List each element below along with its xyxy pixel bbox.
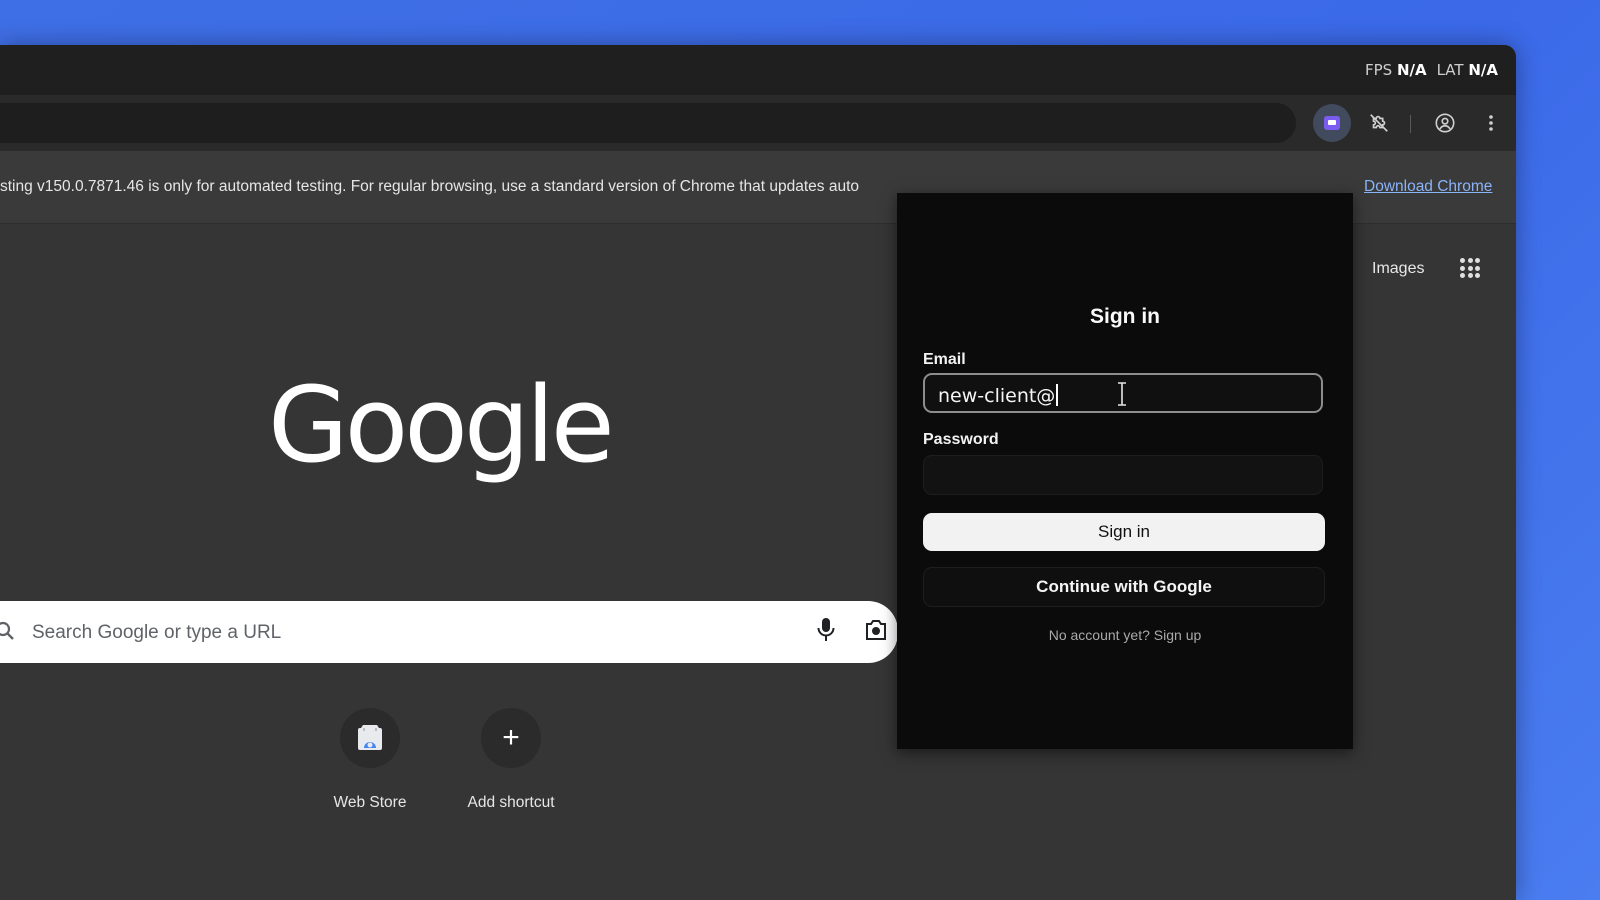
signin-popup: Sign in Email new-client@ Password Sign … (897, 193, 1353, 749)
infobar-message: sting v150.0.7871.46 is only for automat… (0, 178, 860, 195)
fps-label: FPS (1364, 61, 1393, 79)
fps-indicator: FPS N/A (1365, 61, 1427, 79)
browser-window: FPS N/A LAT N/A sting v150.0.7871.46 is … (0, 45, 1516, 900)
continue-with-google-button[interactable]: Continue with Google (923, 567, 1325, 607)
plus-icon: + (502, 721, 520, 754)
address-bar[interactable] (0, 103, 1296, 143)
apps-grid-icon[interactable] (1460, 258, 1480, 278)
lat-label: LAT (1436, 61, 1464, 79)
puzzle-off-icon (1370, 114, 1388, 132)
email-field[interactable]: new-client@ (923, 373, 1323, 413)
profile-button[interactable] (1426, 104, 1464, 142)
email-value: new-client@ (938, 385, 1056, 407)
signin-button[interactable]: Sign in (923, 513, 1325, 551)
password-field[interactable] (923, 455, 1323, 495)
shortcut-web-store[interactable]: Web Store (310, 708, 430, 812)
search-placeholder: Search Google or type a URL (32, 622, 282, 643)
extension-button[interactable] (1313, 104, 1351, 142)
shortcut-add[interactable]: + Add shortcut (451, 708, 571, 812)
images-link[interactable]: Images (1372, 260, 1424, 278)
signin-title: Sign in (1090, 305, 1160, 328)
google-logo: Google (268, 364, 615, 486)
search-icon (0, 621, 14, 640)
profile-icon (1435, 113, 1455, 133)
shortcut-label: Web Store (333, 794, 407, 811)
email-value-wrap: new-client@ (938, 384, 1059, 407)
search-box[interactable]: Search Google or type a URL (0, 601, 898, 663)
email-label: Email (923, 351, 966, 368)
webstore-icon (358, 725, 382, 750)
lat-value: N/A (1468, 61, 1498, 79)
password-label: Password (923, 431, 999, 448)
extensions-menu-button[interactable] (1360, 104, 1398, 142)
shortcut-tile (340, 708, 400, 768)
more-menu-button[interactable] (1472, 104, 1510, 142)
extension-icon (1324, 116, 1340, 130)
shortcut-tile: + (481, 708, 541, 768)
fps-value: N/A (1396, 61, 1427, 79)
mic-icon[interactable] (816, 617, 836, 643)
perf-overlay: FPS N/A LAT N/A (1365, 61, 1498, 79)
title-bar: FPS N/A LAT N/A (0, 45, 1516, 95)
download-chrome-link[interactable]: Download Chrome (1364, 178, 1492, 196)
text-caret (1056, 384, 1059, 406)
lat-indicator: LAT N/A (1437, 61, 1498, 79)
toolbar (0, 95, 1516, 151)
camera-icon[interactable] (864, 619, 888, 641)
signup-link[interactable]: No account yet? Sign up (897, 627, 1353, 643)
text-cursor-icon (1118, 382, 1126, 406)
toolbar-separator (1410, 115, 1411, 133)
shortcut-label: Add shortcut (467, 794, 555, 811)
more-vert-icon (1489, 115, 1493, 131)
